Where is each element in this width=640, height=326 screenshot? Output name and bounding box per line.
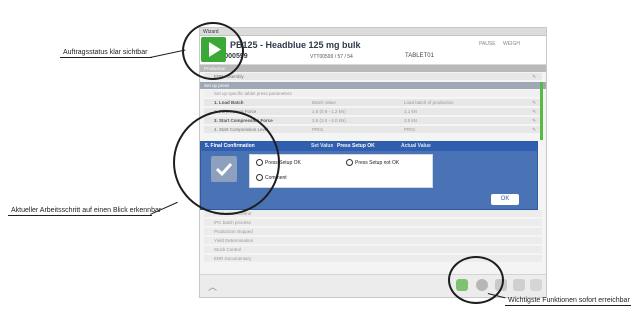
- weigh-button[interactable]: WEIGH: [503, 41, 520, 47]
- order-title: PB125 - Headblue 125 mg bulk: [230, 40, 361, 50]
- step-value: 1.0 (0.8 - 1.2 kN): [312, 109, 346, 114]
- step-label: 1. Load Batch: [214, 100, 244, 105]
- caption-progress: Aktueller Arbeitsschritt auf einen Blick…: [11, 207, 162, 214]
- step-row[interactable]: 1. Load Batch Batch Value Load batch of …: [204, 99, 542, 107]
- order-header: PB125 - Headblue 125 mg bulk T000599 VTT…: [200, 36, 546, 65]
- section-production: Production: [200, 65, 546, 72]
- edit-icon[interactable]: ✎: [532, 117, 536, 124]
- callout-circle-status: [182, 22, 244, 80]
- step-value: 3.5 (3.0 - 4.0 kN): [312, 118, 346, 123]
- caption-underline: [60, 57, 152, 58]
- section-setup[interactable]: Set up press: [200, 82, 546, 89]
- step-row[interactable]: Production stopped: [204, 228, 542, 236]
- step-row[interactable]: Yield Determination: [204, 237, 542, 245]
- ok-button[interactable]: OK: [491, 194, 519, 205]
- step-actual: 1.1 kN: [404, 109, 418, 114]
- step-row[interactable]: EBR Assembly ✎: [204, 73, 542, 81]
- step-value: PR01: [312, 127, 324, 132]
- edit-icon[interactable]: ✎: [532, 73, 536, 80]
- setup-description: Set up specific tablet press parameters: [204, 90, 542, 98]
- set-value-label: Set Value: [311, 143, 334, 149]
- step-value: Load batch of production: [404, 100, 454, 105]
- chevron-up-icon[interactable]: ︿: [208, 280, 217, 293]
- callout-circle-progress: [173, 110, 280, 215]
- caption-underline: [505, 305, 631, 306]
- step-row[interactable]: Production Control: [204, 210, 542, 218]
- option-not-ok-label: Press Setup not OK: [355, 159, 400, 166]
- edit-icon[interactable]: ✎: [532, 126, 536, 133]
- step-column-label: Batch Value: [312, 100, 336, 105]
- set-value: Press Setup OK: [337, 143, 375, 149]
- radio-icon: [346, 159, 353, 166]
- step-actual: 3.5 kN: [404, 118, 418, 123]
- leader-line: [150, 49, 186, 58]
- pause-button[interactable]: PAUSE: [479, 41, 496, 47]
- step-actual: PR01: [404, 127, 416, 132]
- option-press-setup-not-ok[interactable]: Press Setup not OK: [346, 159, 399, 166]
- step-row[interactable]: IPC batch process: [204, 219, 542, 227]
- edit-icon[interactable]: ✎: [532, 108, 536, 115]
- window-titlebar: Wizard: [200, 28, 546, 36]
- actual-value-label: Actual Value: [401, 143, 431, 149]
- callout-circle-functions: [448, 256, 504, 304]
- progress-indicator: [540, 82, 543, 140]
- exit-tool-icon[interactable]: [530, 279, 542, 291]
- step-row[interactable]: Stock Control: [204, 246, 542, 254]
- edit-icon[interactable]: ✎: [532, 99, 536, 106]
- equipment-name: TABLET01: [405, 53, 434, 59]
- caption-status: Auftragsstatus klar sichtbar: [63, 49, 148, 56]
- caption-underline: [8, 215, 152, 216]
- order-id: VTT00599 / 57 / 54: [310, 54, 353, 60]
- flag-tool-icon[interactable]: [513, 279, 525, 291]
- caption-functions: Wichtigste Funktionen sofort erreichbar: [508, 297, 630, 304]
- step-row[interactable]: 2. Fill pressure Force 1.0 (0.8 - 1.2 kN…: [204, 108, 542, 116]
